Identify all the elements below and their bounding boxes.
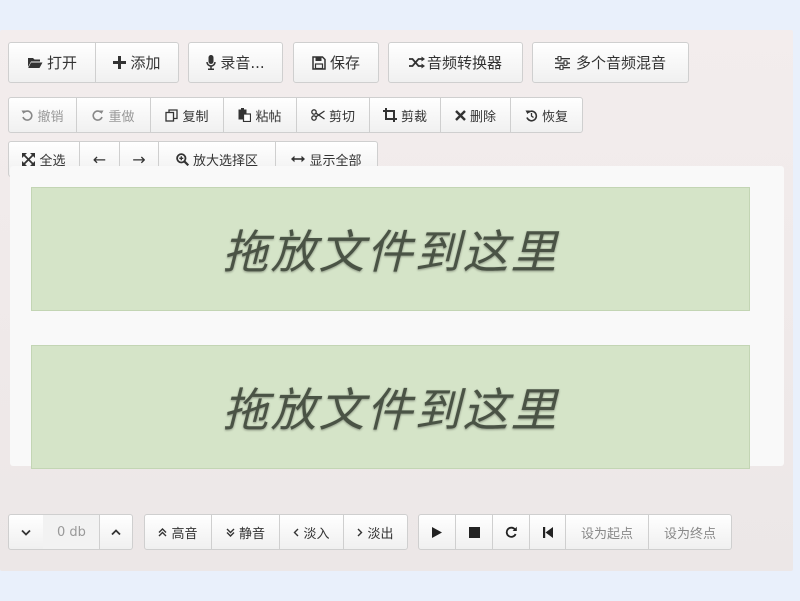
redo-icon bbox=[92, 109, 104, 121]
delete-button[interactable]: 删除 bbox=[440, 97, 511, 133]
sliders-icon bbox=[554, 55, 570, 70]
crop-icon bbox=[382, 108, 397, 122]
redo-button[interactable]: 重做 bbox=[76, 97, 151, 133]
mute-button[interactable]: 静音 bbox=[211, 514, 280, 550]
play-button[interactable] bbox=[418, 514, 456, 550]
set-start-button[interactable]: 设为起点 bbox=[565, 514, 649, 550]
drop-zone-text: 拖放文件到这里 bbox=[222, 225, 559, 279]
drop-zone-text: 拖放文件到这里 bbox=[222, 383, 559, 437]
chevron-up-icon bbox=[111, 528, 121, 536]
add-label: 添加 bbox=[130, 54, 161, 72]
arrows-horizontal-icon bbox=[291, 155, 306, 163]
double-chevron-up-icon bbox=[158, 527, 167, 537]
skip-to-start-button[interactable] bbox=[529, 514, 566, 550]
fade-in-button[interactable]: 淡入 bbox=[279, 514, 344, 550]
multi-audio-mix-label: 多个音频混音 bbox=[575, 54, 666, 72]
redo-label: 重做 bbox=[108, 109, 135, 125]
crop-label: 剪裁 bbox=[400, 109, 427, 125]
chevron-left-icon bbox=[293, 528, 299, 537]
drop-zone-track-1[interactable]: 拖放文件到这里 bbox=[31, 187, 750, 311]
add-button[interactable]: 添加 bbox=[95, 42, 179, 83]
loud-label: 高音 bbox=[171, 526, 198, 542]
expand-icon bbox=[22, 152, 36, 166]
undo-label: 撤销 bbox=[37, 109, 64, 125]
stop-button[interactable] bbox=[455, 514, 493, 550]
open-button[interactable]: 打开 bbox=[8, 42, 96, 83]
double-chevron-down-icon bbox=[226, 528, 235, 537]
zoom-in-icon bbox=[176, 152, 189, 166]
restore-label: 恢复 bbox=[541, 109, 568, 125]
undo-icon bbox=[21, 109, 34, 121]
floppy-disk-icon bbox=[312, 55, 326, 70]
multi-audio-mix-button[interactable]: 多个音频混音 bbox=[532, 42, 689, 83]
chevron-down-icon bbox=[21, 529, 31, 536]
volume-down-button[interactable] bbox=[8, 514, 44, 550]
scissors-icon bbox=[311, 109, 325, 121]
restore-button[interactable]: 恢复 bbox=[510, 97, 583, 133]
set-end-label: 设为终点 bbox=[663, 526, 716, 542]
audio-converter-label: 音频转换器 bbox=[426, 54, 502, 72]
fade-out-label: 淡出 bbox=[367, 526, 394, 542]
save-label: 保存 bbox=[329, 54, 360, 72]
crop-button[interactable]: 剪裁 bbox=[369, 97, 441, 133]
record-label: 录音... bbox=[220, 54, 265, 72]
audio-converter-button[interactable]: 音频转换器 bbox=[388, 42, 523, 83]
chevron-right-icon bbox=[357, 528, 363, 537]
loud-button[interactable]: 高音 bbox=[144, 514, 212, 550]
volume-db-field[interactable]: 0 db bbox=[43, 514, 100, 550]
volume-up-button[interactable] bbox=[99, 514, 133, 550]
undo-button[interactable]: 撤销 bbox=[8, 97, 77, 133]
cut-label: 剪切 bbox=[328, 109, 355, 125]
copy-label: 复制 bbox=[182, 109, 209, 125]
set-end-button[interactable]: 设为终点 bbox=[648, 514, 732, 550]
shuffle-icon bbox=[408, 56, 425, 69]
save-button[interactable]: 保存 bbox=[293, 42, 379, 83]
skip-back-icon bbox=[542, 526, 553, 538]
microphone-icon bbox=[206, 55, 217, 70]
copy-button[interactable]: 复制 bbox=[150, 97, 224, 133]
restore-icon bbox=[525, 109, 538, 122]
fade-out-button[interactable]: 淡出 bbox=[343, 514, 408, 550]
loop-button[interactable] bbox=[492, 514, 530, 550]
play-icon bbox=[432, 526, 442, 538]
record-button[interactable]: 录音... bbox=[188, 42, 283, 83]
refresh-icon bbox=[505, 526, 517, 538]
drop-zone-track-2[interactable]: 拖放文件到这里 bbox=[31, 345, 750, 469]
copy-icon bbox=[165, 108, 179, 122]
fade-in-label: 淡入 bbox=[303, 526, 330, 542]
stop-icon bbox=[468, 526, 480, 538]
set-start-label: 设为起点 bbox=[580, 526, 633, 542]
close-icon bbox=[455, 109, 466, 121]
open-label: 打开 bbox=[46, 54, 77, 72]
folder-open-icon bbox=[27, 56, 43, 69]
cut-button[interactable]: 剪切 bbox=[296, 97, 370, 133]
paste-icon bbox=[238, 108, 252, 122]
delete-label: 删除 bbox=[469, 109, 496, 125]
mute-label: 静音 bbox=[238, 526, 265, 542]
paste-label: 粘帖 bbox=[255, 109, 282, 125]
plus-icon bbox=[113, 56, 127, 69]
volume-db-value: 0 db bbox=[57, 524, 86, 540]
paste-button[interactable]: 粘帖 bbox=[223, 97, 297, 133]
